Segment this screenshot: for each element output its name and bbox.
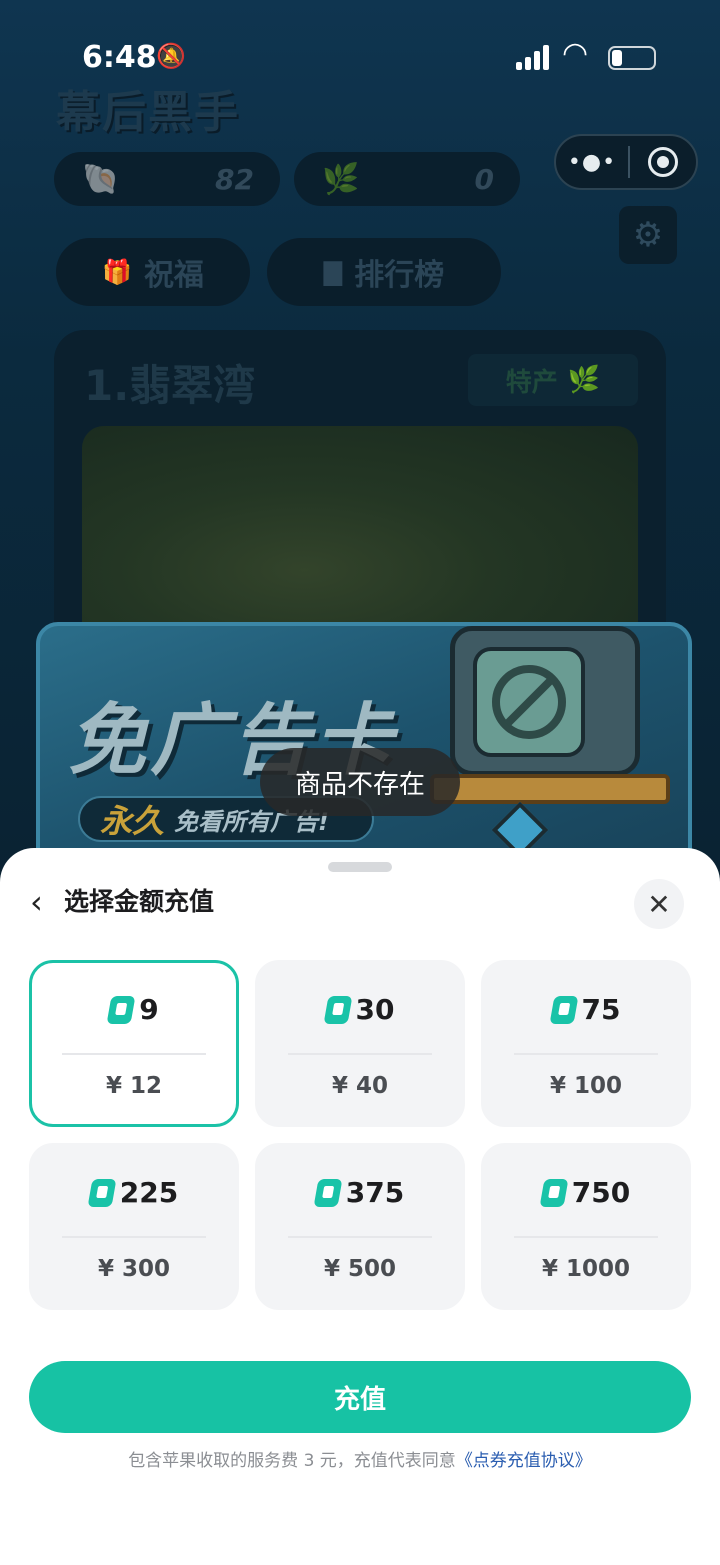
coupon-icon — [106, 995, 136, 1024]
no-sign-icon — [492, 665, 566, 739]
status-time: 6:48 — [82, 40, 157, 75]
sheet-title: 选择金额充值 — [64, 887, 215, 916]
option-price: ¥ 40 — [331, 1073, 389, 1099]
banner-sub-highlight: 永久 — [100, 802, 165, 840]
option-amount: 30 — [355, 993, 395, 1026]
target-icon — [648, 147, 678, 177]
settings-button[interactable]: ⚙ — [619, 206, 677, 264]
amount-option[interactable]: 750 ¥ 1000 — [481, 1143, 691, 1310]
amount-option[interactable]: 75 ¥ 100 — [481, 960, 691, 1127]
gift-icon: 🎁 — [102, 258, 132, 286]
toast-message: 商品不存在 — [260, 748, 460, 816]
close-button[interactable]: ✕ — [634, 879, 684, 929]
service-fee-note: 包含苹果收取的服务费 3 元，充值代表同意《点券充值协议》 — [0, 1446, 720, 1471]
option-price: ¥ 500 — [323, 1256, 397, 1282]
battery-icon — [608, 46, 656, 70]
coupon-icon — [549, 995, 578, 1024]
option-price: ¥ 12 — [105, 1073, 163, 1099]
blessing-label: 祝福 — [143, 258, 204, 293]
option-divider — [514, 1236, 658, 1238]
close-miniprogram-button[interactable] — [630, 147, 696, 177]
shell-counter: 🐚 82 — [54, 152, 280, 206]
seaweed-icon: 🌿 — [567, 365, 601, 395]
amount-option[interactable]: 9 ¥ 12 — [29, 960, 239, 1127]
wifi-icon: ◠ — [562, 36, 589, 71]
option-amount: 75 — [581, 993, 621, 1026]
bar-chart-icon: ▇ — [323, 258, 343, 286]
option-divider — [288, 1236, 432, 1238]
option-amount: 375 — [345, 1176, 405, 1209]
seaweed-count: 0 — [474, 162, 494, 196]
seaweed-icon: 🌿 — [322, 161, 360, 197]
option-price: ¥ 300 — [97, 1256, 171, 1282]
status-bar: 6:48 🔕 ◠ — [0, 0, 720, 116]
coupon-icon — [87, 1178, 117, 1207]
shell-count: 82 — [215, 162, 254, 196]
recharge-button[interactable]: 充值 — [29, 1361, 691, 1433]
table-decoration — [430, 774, 670, 804]
back-icon[interactable]: ‹ — [30, 886, 43, 918]
level-name: 1.翡翠湾 — [84, 361, 256, 410]
option-divider — [62, 1053, 206, 1055]
coupon-icon — [323, 995, 352, 1024]
footnote-text: 包含苹果收取的服务费 3 元，充值代表同意 — [128, 1451, 456, 1471]
amount-option[interactable]: 30 ¥ 40 — [255, 960, 465, 1127]
specialty-badge[interactable]: 特产 🌿 — [468, 354, 638, 406]
option-amount: 9 — [139, 993, 159, 1026]
option-price: ¥ 100 — [549, 1073, 623, 1099]
tv-icon — [450, 626, 640, 776]
close-icon: ✕ — [647, 887, 671, 921]
muted-bell-icon: 🔕 — [156, 42, 186, 70]
gear-icon: ⚙ — [632, 215, 664, 255]
leaderboard-button[interactable]: ▇ 排行榜 — [267, 238, 501, 306]
coupon-icon — [313, 1178, 343, 1207]
cellular-signal-icon — [516, 44, 549, 70]
sheet-grabber[interactable] — [328, 862, 392, 872]
shell-icon: 🐚 — [82, 161, 120, 197]
option-amount: 225 — [119, 1176, 179, 1209]
coupon-icon — [539, 1178, 569, 1207]
miniprogram-capsule: •●• — [554, 134, 698, 190]
option-amount: 750 — [571, 1176, 631, 1209]
option-divider — [288, 1053, 432, 1055]
option-divider — [62, 1236, 206, 1238]
amount-option[interactable]: 225 ¥ 300 — [29, 1143, 239, 1310]
option-divider — [514, 1053, 658, 1055]
agreement-link[interactable]: 《点券充值协议》 — [456, 1451, 592, 1471]
seaweed-counter: 🌿 0 — [294, 152, 520, 206]
leaderboard-label: 排行榜 — [354, 258, 445, 293]
more-icon[interactable]: •●• — [556, 150, 628, 175]
option-price: ¥ 1000 — [541, 1256, 631, 1282]
recharge-sheet: ‹ 选择金额充值 ✕ 9 ¥ 12 30 ¥ 40 75 ¥ 100 225 ¥… — [0, 848, 720, 1565]
amount-option[interactable]: 375 ¥ 500 — [255, 1143, 465, 1310]
specialty-label: 特产 — [505, 367, 558, 398]
blessing-button[interactable]: 🎁 祝福 — [56, 238, 250, 306]
